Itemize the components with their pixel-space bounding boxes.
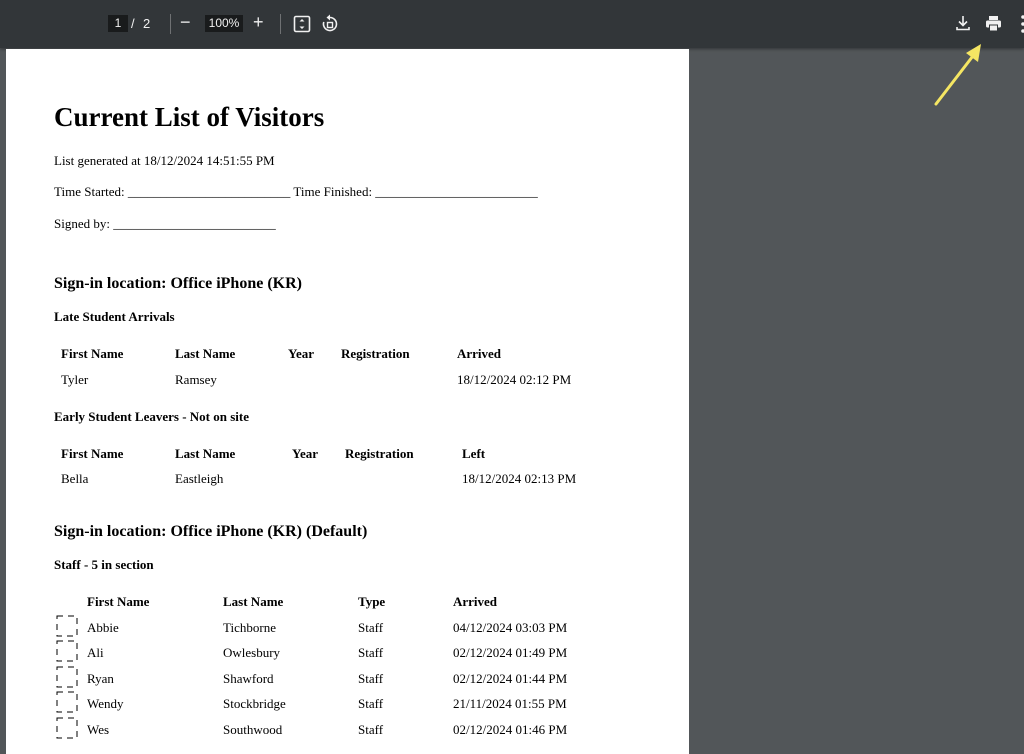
group-heading: Late Student Arrivals — [54, 309, 175, 324]
table-cell: Ali — [87, 645, 104, 660]
column-header: Arrived — [457, 346, 502, 361]
pdf-toolbar: 1 / 2 − 100% + — [0, 0, 1024, 48]
column-header: Last Name — [175, 346, 236, 361]
column-header: Registration — [341, 346, 410, 361]
table-cell: Staff — [358, 620, 384, 635]
table-cell: 02/12/2024 01:46 PM — [453, 722, 568, 737]
column-header: Year — [292, 446, 318, 461]
rotate-icon — [322, 14, 338, 32]
table-cell: Tichborne — [223, 620, 276, 635]
more-vert-icon — [1021, 15, 1024, 33]
table-cell: 04/12/2024 03:03 PM — [453, 620, 568, 635]
column-header: Last Name — [175, 446, 236, 461]
table-cell: Abbie — [87, 620, 119, 635]
table-cell: Ramsey — [175, 372, 217, 387]
column-header: Left — [462, 446, 486, 461]
table-cell: Tyler — [61, 372, 89, 387]
column-header: First Name — [87, 594, 150, 609]
toolbar-divider — [170, 14, 171, 34]
table-cell: Shawford — [223, 671, 274, 686]
table-cell: 02/12/2024 01:49 PM — [453, 645, 568, 660]
checkbox-icon[interactable] — [56, 640, 78, 662]
group-heading: Early Student Leavers - Not on site — [54, 409, 249, 424]
fit-page-icon — [293, 15, 311, 33]
table-cell: Wendy — [87, 696, 124, 711]
more-actions-button[interactable] — [1017, 14, 1024, 39]
page-separator: / — [131, 16, 135, 31]
zoom-out-button[interactable]: − — [180, 12, 191, 33]
table-cell: Eastleigh — [175, 471, 224, 486]
table-cell: Stockbridge — [223, 696, 286, 711]
page-total: 2 — [143, 16, 151, 31]
checkbox-icon[interactable] — [56, 717, 78, 739]
table-cell: Owlesbury — [223, 645, 281, 660]
annotation-arrow — [934, 44, 981, 106]
table-cell: Staff — [358, 671, 384, 686]
section-heading: Sign-in location: Office iPhone (KR) (De… — [54, 523, 368, 540]
group-heading: Staff - 5 in section — [54, 557, 154, 572]
table-cell: Southwood — [223, 722, 283, 737]
table-cell: Staff — [358, 696, 384, 711]
minus-icon: − — [180, 12, 191, 32]
table-cell: 02/12/2024 01:44 PM — [453, 671, 568, 686]
section-heading: Sign-in location: Office iPhone (KR) — [54, 275, 302, 292]
checkbox-icon[interactable] — [56, 615, 78, 637]
zoom-level-input[interactable]: 100% — [205, 15, 243, 32]
table-cell: 21/11/2024 01:55 PM — [453, 696, 567, 711]
print-button[interactable] — [985, 15, 1002, 37]
generated-timestamp: List generated at 18/12/2024 14:51:55 PM — [54, 153, 275, 168]
time-fields-line: Time Started: _________________________ … — [54, 184, 538, 199]
column-header: Type — [358, 594, 386, 609]
checkbox-icon[interactable] — [56, 691, 78, 713]
column-header: Arrived — [453, 594, 498, 609]
download-button[interactable] — [955, 15, 971, 37]
column-header: Last Name — [223, 594, 284, 609]
plus-icon: + — [253, 12, 264, 32]
download-icon — [956, 16, 970, 31]
page-number-input[interactable]: 1 — [108, 15, 128, 32]
table-cell: Staff — [358, 645, 384, 660]
toolbar-divider — [280, 14, 281, 34]
table-cell: Bella — [61, 471, 89, 486]
table-cell: Staff — [358, 722, 384, 737]
print-icon — [986, 16, 1001, 32]
checkbox-icon[interactable] — [56, 666, 78, 688]
column-header: Year — [288, 346, 314, 361]
document-title: Current List of Visitors — [54, 102, 325, 132]
column-header: First Name — [61, 446, 124, 461]
column-header: Registration — [345, 446, 414, 461]
table-cell: 18/12/2024 02:13 PM — [462, 471, 577, 486]
pdf-page: Current List of Visitors List generated … — [6, 49, 689, 754]
table-cell: Ryan — [87, 671, 114, 686]
signed-by-line: Signed by: _________________________ — [54, 216, 276, 231]
zoom-in-button[interactable]: + — [253, 12, 264, 33]
fit-page-button[interactable] — [293, 15, 311, 38]
table-cell: 18/12/2024 02:12 PM — [457, 372, 572, 387]
table-cell: Wes — [87, 722, 110, 737]
rotate-button[interactable] — [321, 14, 339, 38]
column-header: First Name — [61, 346, 124, 361]
